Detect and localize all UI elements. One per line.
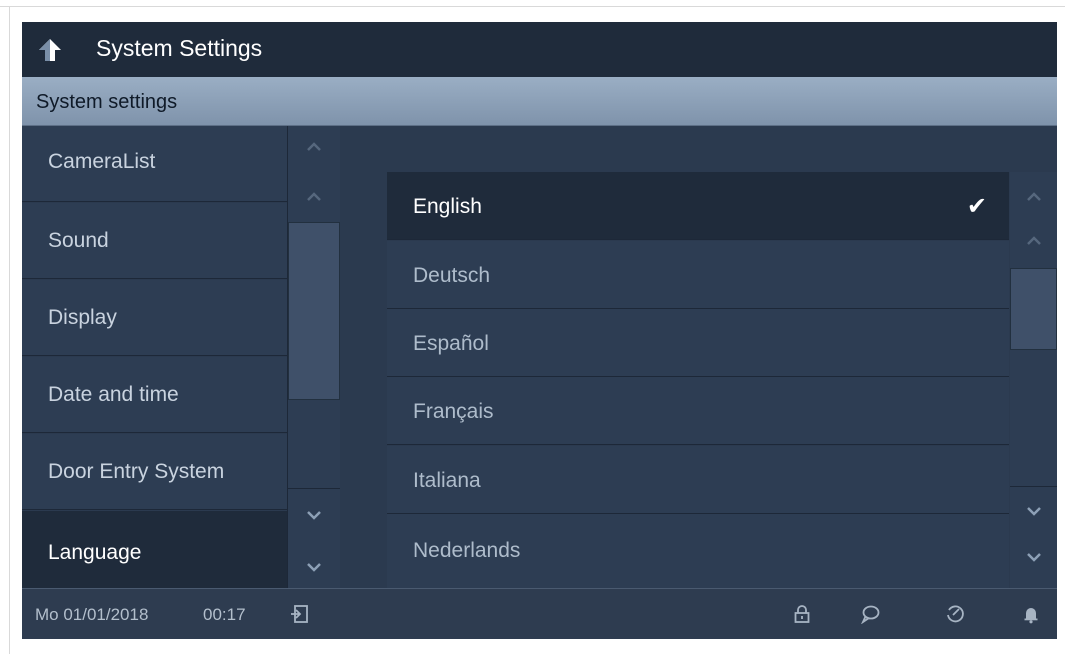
menu-item-language[interactable]: Language	[22, 511, 287, 588]
scroll-divider	[288, 488, 340, 489]
chevron-down-icon[interactable]	[306, 562, 322, 572]
menu-item-door-entry-system[interactable]: Door Entry System	[22, 434, 287, 510]
status-bar: Mo 01/01/2018 00:17	[22, 588, 1057, 639]
menu-item-label: Language	[48, 541, 142, 564]
language-label: Français	[413, 400, 494, 423]
chevron-down-icon[interactable]	[1026, 506, 1042, 516]
frame-border-top	[0, 6, 1065, 7]
message-icon[interactable]	[860, 604, 880, 624]
chevron-up-icon[interactable]	[306, 192, 322, 202]
bell-icon[interactable]	[1021, 604, 1041, 624]
language-item-english[interactable]: English ✔	[387, 172, 1009, 240]
chevron-down-icon[interactable]	[1026, 552, 1042, 562]
section-header: System settings	[22, 77, 1057, 126]
menu-item-label: Display	[48, 306, 117, 329]
language-item-deutsch[interactable]: Deutsch	[387, 241, 1009, 309]
logout-icon[interactable]	[290, 604, 310, 624]
menu-item-label: Date and time	[48, 383, 179, 406]
page-title: System Settings	[96, 35, 263, 61]
language-item-espanol[interactable]: Español	[387, 309, 1009, 377]
language-label: English	[413, 195, 482, 218]
chevron-up-icon[interactable]	[1026, 236, 1042, 246]
settings-menu: CameraList Sound Display Date and time D…	[22, 126, 287, 588]
history-icon[interactable]	[945, 604, 965, 624]
language-item-francais[interactable]: Français	[387, 377, 1009, 445]
back-arrow-icon[interactable]	[37, 37, 63, 63]
menu-item-sound[interactable]: Sound	[22, 203, 287, 279]
lock-icon[interactable]	[792, 604, 812, 624]
language-list: English ✔ Deutsch Español Français Itali…	[387, 172, 1009, 588]
menu-item-cameralist[interactable]: CameraList	[22, 126, 287, 202]
language-item-italiana[interactable]: Italiana	[387, 446, 1009, 514]
menu-item-label: Sound	[48, 229, 109, 252]
menu-item-display[interactable]: Display	[22, 280, 287, 356]
language-label: Italiana	[413, 469, 481, 492]
language-scrollbar[interactable]	[1010, 172, 1057, 588]
checkmark-icon: ✔	[966, 193, 987, 220]
title-bar: System Settings	[22, 22, 1057, 77]
chevron-down-icon[interactable]	[306, 510, 322, 520]
section-title: System settings	[36, 91, 178, 113]
menu-item-date-and-time[interactable]: Date and time	[22, 357, 287, 433]
language-label: Español	[413, 332, 489, 355]
status-date: Mo 01/01/2018	[35, 605, 149, 624]
status-time: 00:17	[203, 605, 246, 624]
menu-item-label: Door Entry System	[48, 460, 225, 483]
frame-border-left	[9, 6, 10, 654]
language-scroll-thumb[interactable]	[1010, 268, 1057, 350]
menu-item-label: CameraList	[48, 150, 156, 173]
language-item-nederlands[interactable]: Nederlands	[387, 514, 1009, 588]
menu-scrollbar[interactable]	[287, 126, 340, 588]
device-screen: System Settings System settings CameraLi…	[22, 22, 1057, 639]
chevron-up-icon[interactable]	[306, 142, 322, 152]
chevron-up-icon[interactable]	[1026, 192, 1042, 202]
language-label: Deutsch	[413, 264, 491, 287]
menu-scroll-thumb[interactable]	[288, 222, 340, 400]
scroll-divider	[1010, 486, 1057, 487]
language-label: Nederlands	[413, 539, 521, 562]
